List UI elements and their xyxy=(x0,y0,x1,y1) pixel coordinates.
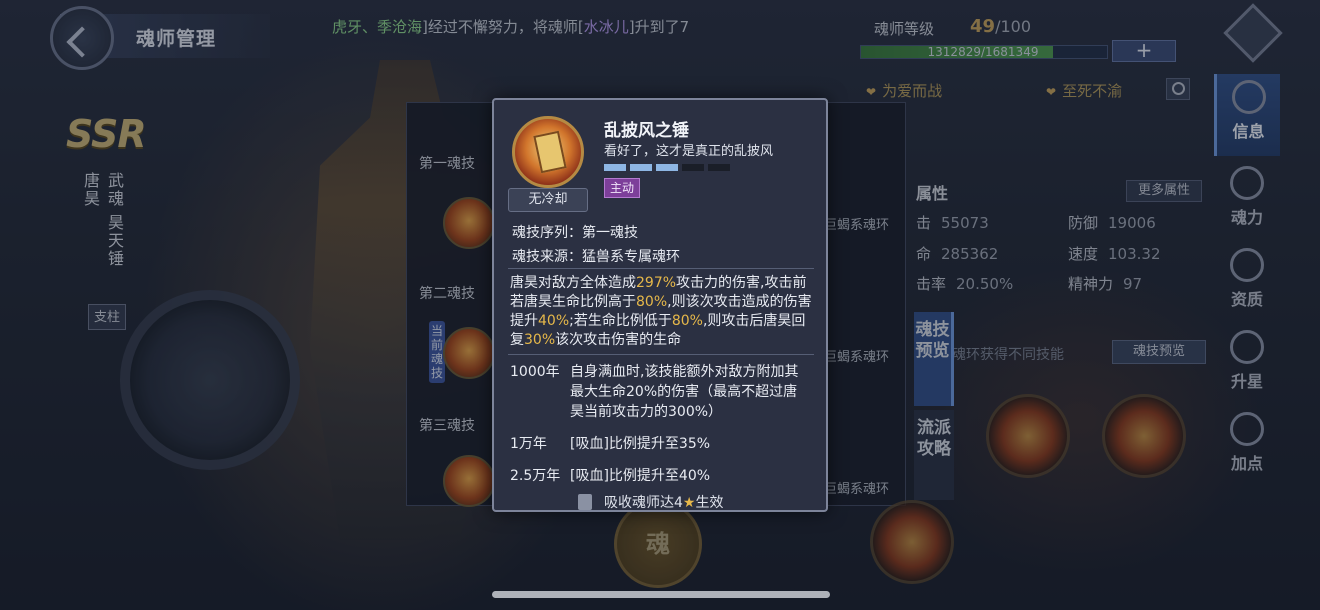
absorb-requirement: 吸收魂师达4★生效 xyxy=(604,495,724,511)
skill-type-badge: 主动 xyxy=(604,178,640,198)
skill-name: 乱披风之锤 xyxy=(604,121,689,141)
divider xyxy=(508,268,814,269)
upgrade-row-25k: 2.5万年 [吸血]比例提升至40% xyxy=(510,468,711,484)
skill-level-pip xyxy=(708,164,730,171)
skill-detail-popup: 无冷却 乱披风之锤 看好了，这才是真正的乱披风 主动 魂技序列：第一魂技 魂技来… xyxy=(492,98,828,512)
skill-quote: 看好了，这才是真正的乱披风 xyxy=(604,144,774,159)
upgrade-row-10k: 1万年 [吸血]比例提升至35% xyxy=(510,436,711,452)
skill-level-pip xyxy=(682,164,704,171)
skill-level-pip xyxy=(604,164,626,171)
cooldown-badge: 无冷却 xyxy=(508,188,588,212)
upgrade-row-1000: 1000年 自身满血时,该技能额外对敌方附加其最大生命20%的伤害（最高不超过唐昊… xyxy=(510,364,799,420)
home-indicator[interactable] xyxy=(492,591,830,598)
skill-level-pip xyxy=(656,164,678,171)
lock-icon xyxy=(578,494,592,510)
skill-description: 唐昊对敌方全体造成297%攻击力的伤害,攻击前若唐昊生命比例高于80%,则该次攻… xyxy=(510,275,812,348)
skill-level-pips xyxy=(604,164,734,171)
star-icon: ★ xyxy=(682,495,696,511)
skill-level-pip xyxy=(630,164,652,171)
skill-order-line: 魂技序列：第一魂技 xyxy=(512,225,638,241)
divider xyxy=(508,354,814,355)
skill-source-line: 魂技来源：猛兽系专属魂环 xyxy=(512,249,680,265)
hammer-skill-icon xyxy=(512,116,584,188)
